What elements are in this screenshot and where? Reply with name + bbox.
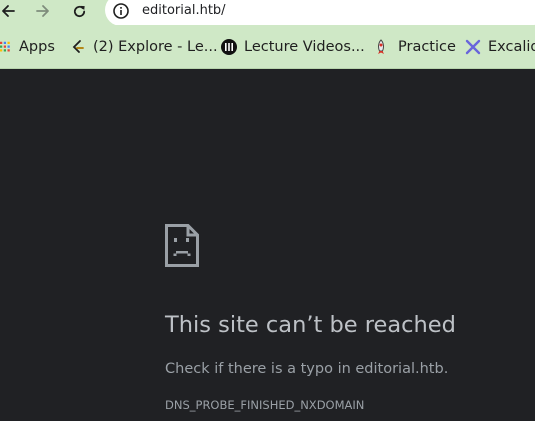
sad-page-icon: [165, 224, 199, 267]
practice-rocket-icon: [378, 39, 384, 54]
error-code: DNS_PROBE_FINISHED_NXDOMAIN: [165, 398, 365, 412]
browser-toolbar: editorial.htb/: [0, 0, 535, 26]
forward-button[interactable]: [33, 0, 53, 22]
back-button[interactable]: [0, 0, 16, 22]
bookmark-lecture-videos[interactable]: Lecture Videos...: [221, 36, 365, 58]
mit-ocw-icon: [221, 39, 237, 55]
bookmark-excalidraw[interactable]: Excalid: [465, 36, 535, 58]
leetcode-icon: [72, 40, 84, 53]
bookmark-label: Excalid: [488, 39, 535, 55]
apps-grid-icon: [0, 41, 10, 52]
address-bar[interactable]: editorial.htb/: [105, 0, 535, 26]
bookmark-label: Apps: [19, 39, 55, 55]
bookmarks-bar: Apps (2) Explore - Le... Lecture Videos.…: [0, 25, 535, 69]
bookmark-label: (2) Explore - Le...: [93, 39, 218, 55]
site-info-icon[interactable]: [112, 2, 130, 20]
bookmark-practice[interactable]: Practice: [373, 36, 456, 58]
excalidraw-icon: [465, 39, 481, 55]
bookmark-label: Lecture Videos...: [244, 39, 365, 55]
bookmark-leetcode[interactable]: (2) Explore - Le...: [70, 36, 218, 58]
error-title: This site can’t be reached: [165, 312, 456, 338]
forward-arrow-icon: [36, 5, 49, 17]
url-text[interactable]: editorial.htb/: [142, 3, 226, 18]
reload-button[interactable]: [69, 0, 89, 22]
bookmark-label: Practice: [398, 39, 456, 55]
bookmark-apps[interactable]: Apps: [0, 36, 55, 58]
error-message: Check if there is a typo in editorial.ht…: [165, 361, 449, 377]
reload-icon: [73, 5, 85, 17]
back-arrow-icon: [2, 5, 15, 17]
